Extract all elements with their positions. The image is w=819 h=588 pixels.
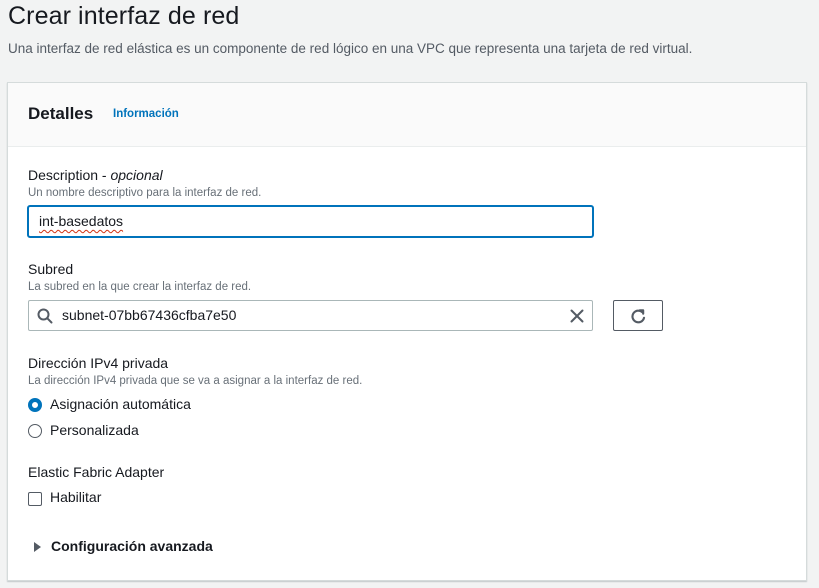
details-card-header: Detalles Información <box>8 83 806 147</box>
radio-custom-label: Personalizada <box>50 422 139 438</box>
details-card: Detalles Información Description - opcio… <box>7 82 807 581</box>
radio-auto-assign-label: Asignación automática <box>50 396 191 412</box>
radio-custom-control[interactable] <box>28 424 42 438</box>
subnet-search-input[interactable]: subnet-07bb67436cfba7e50 <box>28 300 593 331</box>
optional-tag: opcional <box>110 167 163 183</box>
info-link[interactable]: Información <box>113 108 179 120</box>
efa-enable-label: Habilitar <box>50 489 102 505</box>
description-hint: Un nombre descriptivo para la interfaz d… <box>28 187 262 199</box>
refresh-button[interactable] <box>613 300 663 331</box>
efa-enable-checkbox[interactable] <box>28 492 42 506</box>
page-description: Una interfaz de red elástica es un compo… <box>8 41 693 56</box>
subnet-value: subnet-07bb67436cfba7e50 <box>62 307 237 323</box>
search-icon <box>37 308 53 324</box>
description-input[interactable]: int-basedatos <box>27 205 594 238</box>
ipv4-label: Dirección IPv4 privada <box>28 355 169 371</box>
subnet-label: Subred <box>28 261 74 277</box>
refresh-icon <box>631 309 646 324</box>
description-label-text: Description - <box>28 167 111 183</box>
caret-right-icon <box>34 542 41 552</box>
description-label: Description - opcional <box>28 167 163 183</box>
radio-auto-assign-control[interactable] <box>28 398 42 412</box>
advanced-config-label: Configuración avanzada <box>51 538 213 554</box>
subnet-hint: La subred en la que crear la interfaz de… <box>28 281 252 293</box>
description-input-value: int-basedatos <box>39 213 124 229</box>
ipv4-hint: La dirección IPv4 privada que se va a as… <box>28 375 363 387</box>
efa-label: Elastic Fabric Adapter <box>28 464 165 480</box>
close-icon[interactable] <box>569 308 585 324</box>
details-title: Detalles <box>28 104 94 123</box>
page-title: Crear interfaz de red <box>8 2 240 30</box>
